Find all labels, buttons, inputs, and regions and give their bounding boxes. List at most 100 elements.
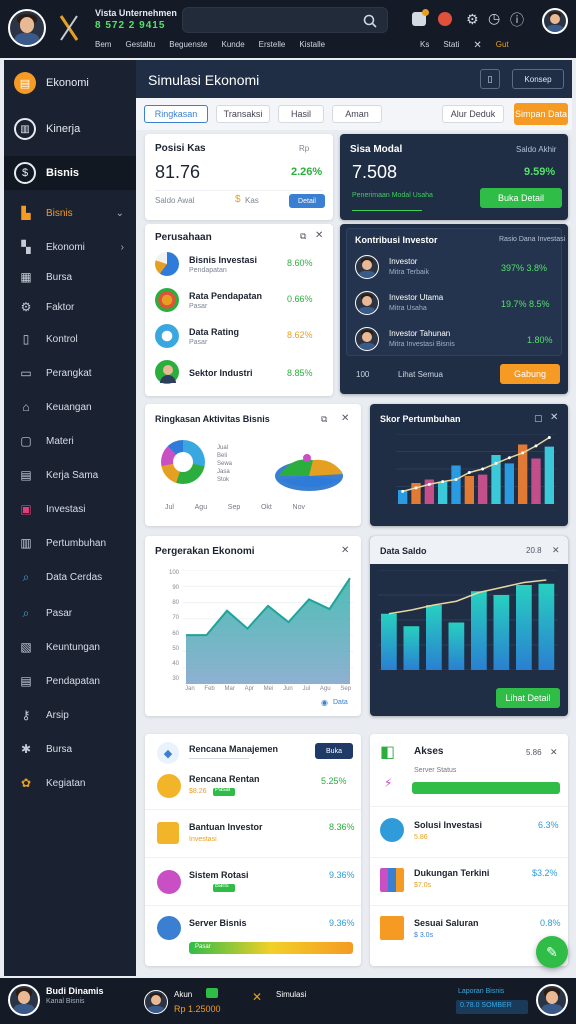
row-tag: Investasi: [189, 836, 217, 843]
list-item[interactable]: Sistem Rotasi Baris 9.36%: [145, 860, 361, 906]
buka-detail-button[interactable]: Buka Detail: [480, 188, 562, 208]
list-item[interactable]: Data Rating Pasar 8.62%: [155, 324, 325, 354]
row-name: Rata Pendapatan: [189, 291, 263, 301]
card-sub: Server Status: [414, 767, 457, 774]
nav-item[interactable]: Kistalle: [299, 40, 325, 54]
expand-icon[interactable]: ▢: [534, 413, 543, 424]
list-panel: Kontribusi Investor Rasio Dana Investasi…: [346, 228, 565, 356]
button-label: Detail: [298, 197, 316, 205]
close-icon[interactable]: ✕: [550, 747, 558, 758]
search-input[interactable]: [182, 7, 388, 33]
nav-item[interactable]: Beguenste: [169, 40, 207, 54]
list-item[interactable]: Bantuan Investor Investasi 8.36%: [145, 812, 361, 858]
sidebar-item-bursa[interactable]: ▦ Bursa: [4, 262, 136, 292]
nav-item[interactable]: Bem: [95, 40, 111, 54]
list-item[interactable]: Solusi Investasi 5.86 6.3%: [370, 812, 568, 858]
sidebar-item-bursa-2[interactable]: ✱ Bursa: [4, 734, 136, 764]
list-item[interactable]: Rencana Rentan $8.26 Pasar 5.25%: [145, 766, 361, 810]
tab-hasil[interactable]: Hasil: [278, 105, 324, 123]
row-value: 397% 3.8%: [501, 263, 548, 273]
list-item[interactable]: Investor Mitra Terbaik 397% 3.8%: [355, 253, 555, 283]
card-title: Sisa Modal: [350, 144, 403, 155]
close-icon[interactable]: ✕: [552, 545, 560, 556]
footer-link[interactable]: Data: [333, 699, 348, 706]
sidebar-brand[interactable]: ▤ Ekonomi: [4, 68, 136, 98]
alur-deduk-button[interactable]: Alur Deduk: [442, 105, 504, 123]
button-label: Gabung: [513, 369, 547, 379]
detail-button[interactable]: Detail: [289, 194, 325, 208]
close-icon[interactable]: ✕: [315, 230, 323, 241]
nav-item-stati[interactable]: Stati: [443, 40, 459, 54]
button-label: Buka: [326, 747, 342, 755]
member-avatar[interactable]: [144, 990, 168, 1014]
sidebar-item-ekonomi[interactable]: ▚ Ekonomi ›: [4, 232, 136, 262]
sidebar-item-kontrol[interactable]: ▯ Kontrol: [4, 324, 136, 354]
user-avatar[interactable]: [8, 9, 46, 47]
sidebar-item-keuntungan[interactable]: ▧ Keuntungan: [4, 632, 136, 662]
clock-icon[interactable]: ◷: [488, 10, 500, 27]
nav-item-gut[interactable]: Gut: [496, 40, 509, 54]
footer-mid[interactable]: Lihat Semua: [398, 370, 443, 379]
search-icon[interactable]: [363, 14, 377, 28]
copy-icon[interactable]: ⧉: [321, 414, 327, 425]
gabung-button[interactable]: Gabung: [500, 364, 560, 384]
tools-icon[interactable]: ✕: [473, 40, 481, 54]
tab-aman[interactable]: Aman: [332, 105, 382, 123]
view-toggle-button[interactable]: ▯: [480, 69, 500, 89]
sidebar-item-kinerja[interactable]: ▥ Kinerja: [4, 114, 136, 144]
nav-item[interactable]: Kunde: [222, 40, 245, 54]
nav-item[interactable]: Erstelle: [259, 40, 286, 54]
sim-label: Simulasi: [276, 990, 307, 999]
floating-action-button[interactable]: ✎: [536, 936, 568, 968]
account-value: Rp 1.25000: [174, 1004, 221, 1014]
sidebar-item-bisnis-active[interactable]: $ Bisnis: [4, 156, 136, 190]
tab-transaksi[interactable]: Transaksi: [216, 105, 270, 123]
close-icon[interactable]: ✕: [550, 412, 558, 423]
gear-icon: ⚙: [20, 300, 32, 314]
konsep-button[interactable]: Konsep: [512, 69, 564, 89]
copy-icon[interactable]: ⧉: [300, 231, 306, 242]
sidebar-item-data-cerdas[interactable]: ⌕ Data Cerdas: [4, 562, 136, 592]
sidebar-item-label: Perangkat: [46, 367, 92, 379]
list-item[interactable]: Sektor Industri 8.85%: [155, 360, 325, 390]
nav-item-ks[interactable]: Ks: [420, 40, 429, 54]
sidebar-item-pasar[interactable]: ⌕ Pasar: [4, 598, 136, 628]
nav-item[interactable]: Gestaltu: [125, 40, 155, 54]
list-item[interactable]: Bisnis Investasi Pendapatan 8.60%: [155, 252, 325, 282]
list-item[interactable]: Dukungan Terkini $7.0s $3.2%: [370, 860, 568, 906]
sidebar-item-pertumbuhan[interactable]: ▥ Pertumbuhan: [4, 528, 136, 558]
sidebar-item-kerja-sama[interactable]: ▤ Kerja Sama: [4, 460, 136, 490]
sidebar-item-keuangan[interactable]: ⌂ Keuangan: [4, 392, 136, 422]
user-avatar[interactable]: [8, 984, 40, 1016]
sidebar-item-investasi[interactable]: ▣ Investasi: [4, 494, 136, 524]
buka-button[interactable]: Buka: [315, 743, 353, 759]
lihat-detail-button[interactable]: Lihat Detail: [496, 688, 560, 708]
sidebar-item-bisnis[interactable]: ▙ Bisnis ⌄: [4, 198, 136, 228]
sidebar-item-kegiatan[interactable]: ✿ Kegiatan: [4, 768, 136, 798]
account-badge: [206, 988, 218, 998]
sidebar-item-faktor[interactable]: ⚙ Faktor: [4, 292, 136, 322]
gear-icon[interactable]: ⚙: [466, 11, 479, 28]
notification-icon[interactable]: [412, 9, 429, 26]
y-axis: 100 90 80 70 60 50 40 30: [149, 570, 179, 682]
sidebar-item-pendapatan[interactable]: ▤ Pendapatan: [4, 666, 136, 696]
close-icon[interactable]: ✕: [341, 413, 349, 424]
list-item[interactable]: Investor Utama Mitra Usaha 19.7% 8.5%: [355, 289, 555, 319]
sidebar-item-perangkat[interactable]: ▭ Perangkat: [4, 358, 136, 388]
modal-link[interactable]: Penerimaan Modal Usaha: [352, 192, 433, 199]
sidebar-item-label: Bisnis: [46, 167, 80, 179]
list-item[interactable]: Server Bisnis 9.36% Pasar: [145, 908, 361, 960]
list-item[interactable]: Rata Pendapatan Pasar 0.66%: [155, 288, 325, 318]
list-item[interactable]: Investor Tahunan Mitra Investasi Bisnis …: [355, 325, 555, 355]
profile-avatar[interactable]: [542, 8, 568, 34]
alert-icon[interactable]: [438, 12, 452, 26]
close-icon[interactable]: ✕: [341, 545, 349, 556]
tab-ringkasan[interactable]: Ringkasan: [144, 105, 208, 123]
info-icon[interactable]: ⓘ: [510, 10, 524, 30]
profile-avatar[interactable]: [536, 984, 568, 1016]
sidebar-item-arsip[interactable]: ⚷ Arsip: [4, 700, 136, 730]
investor-avatar: [355, 327, 379, 351]
row-sub: Pendapatan: [189, 267, 227, 274]
simpan-data-button[interactable]: Simpan Data: [514, 103, 568, 125]
sidebar-item-materi[interactable]: ▢ Materi: [4, 426, 136, 456]
